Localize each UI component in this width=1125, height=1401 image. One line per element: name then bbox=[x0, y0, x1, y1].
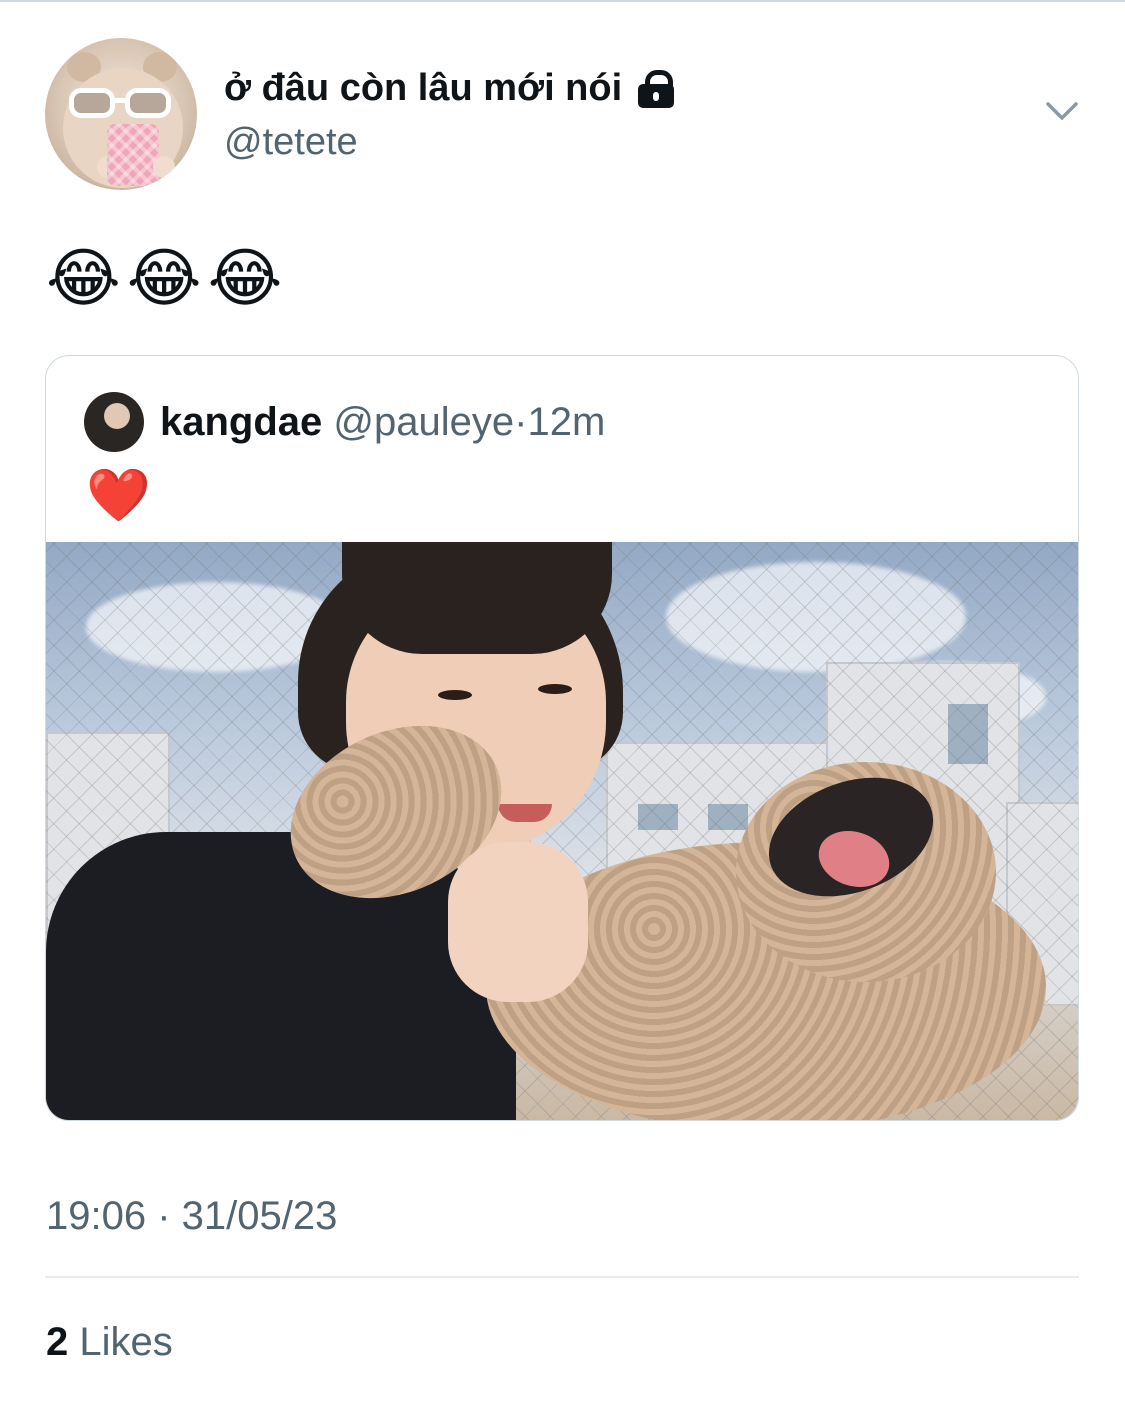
avatar-sunglasses bbox=[69, 88, 179, 122]
quoted-author-handle[interactable]: @pauleye bbox=[333, 400, 514, 444]
quoted-tweet[interactable]: kangdae @pauleye·12m ❤️ bbox=[45, 355, 1079, 1121]
quoted-author-avatar[interactable] bbox=[84, 392, 144, 452]
likes-stat[interactable]: 2 Likes bbox=[46, 1316, 173, 1368]
author-handle[interactable]: @tetete bbox=[224, 118, 358, 166]
author-display-name[interactable]: ở đâu còn lâu mới nói bbox=[224, 64, 676, 112]
quoted-tweet-time[interactable]: 12m bbox=[527, 400, 605, 444]
author-display-name-text: ở đâu còn lâu mới nói bbox=[224, 67, 623, 109]
tweet-timestamp[interactable]: 19:06 · 31/05/23 bbox=[46, 1190, 337, 1242]
likes-label: Likes bbox=[79, 1320, 173, 1364]
quoted-meta-separator: · bbox=[514, 400, 528, 444]
chevron-down-icon[interactable] bbox=[1042, 92, 1082, 132]
top-divider bbox=[0, 0, 1125, 2]
quoted-author-name[interactable]: kangdae bbox=[160, 400, 322, 444]
lock-icon bbox=[636, 68, 676, 108]
avatar-paw bbox=[153, 156, 175, 178]
avatar-wafer bbox=[107, 124, 159, 186]
likes-count: 2 bbox=[46, 1320, 69, 1364]
stats-divider bbox=[45, 1276, 1079, 1278]
author-avatar[interactable] bbox=[45, 38, 197, 190]
quoted-tweet-text: ❤️ bbox=[86, 467, 151, 525]
tweet-text: 😂😂😂 bbox=[46, 242, 289, 314]
quoted-tweet-photo[interactable] bbox=[46, 542, 1078, 1120]
quoted-tweet-header: kangdae @pauleye·12m bbox=[160, 394, 605, 450]
